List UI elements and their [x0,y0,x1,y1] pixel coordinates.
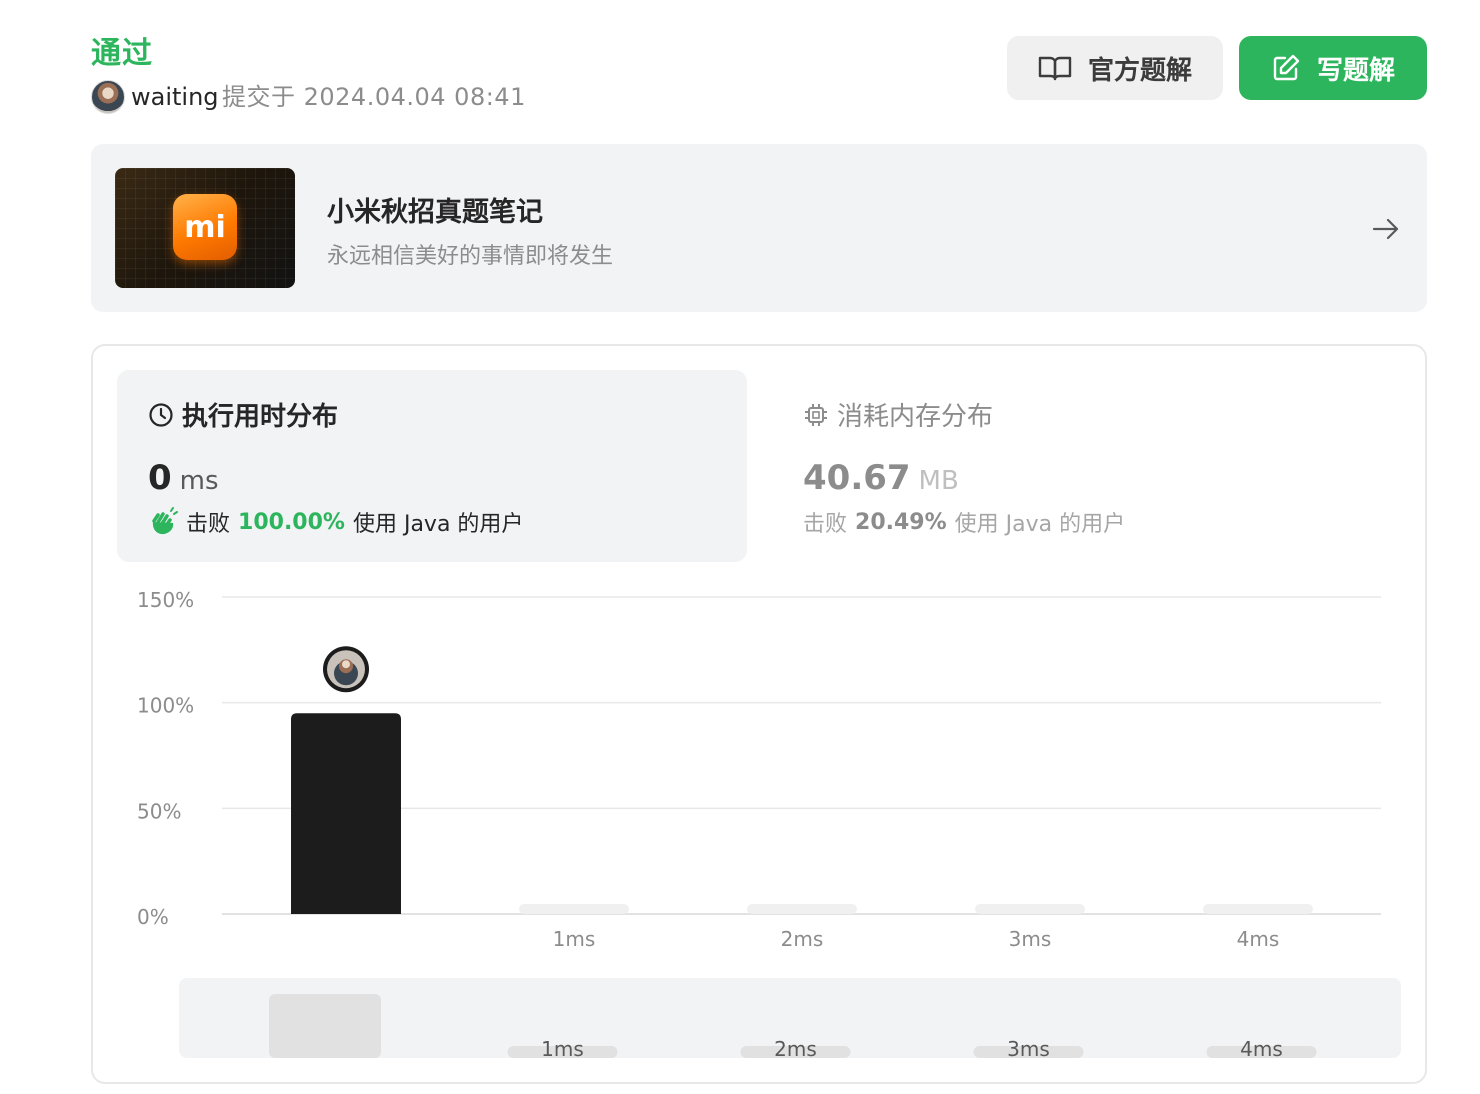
overview-tick-label: 2ms [774,1037,817,1061]
chart-overview[interactable]: 1ms 2ms 3ms 4ms [0,0,1480,1094]
overview-bar [269,994,381,1058]
overview-tick-label: 3ms [1007,1037,1050,1061]
overview-tick-label: 1ms [541,1037,584,1061]
overview-tick-label: 4ms [1240,1037,1283,1061]
